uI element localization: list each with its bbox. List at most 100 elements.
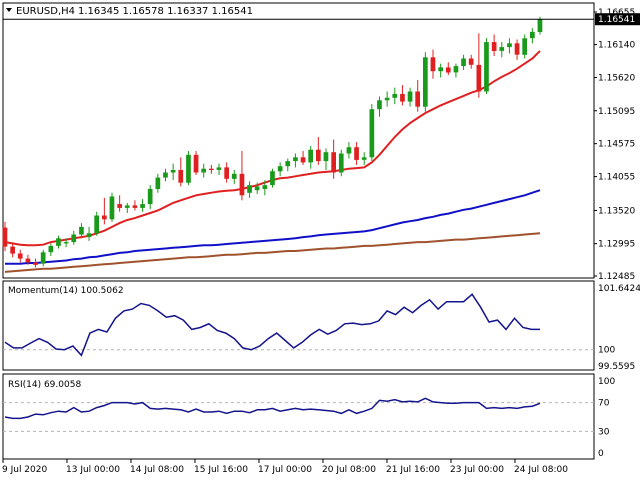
bear-candle <box>33 262 38 265</box>
price-axis: 1.166551.161401.156201.150951.145751.140… <box>594 8 635 282</box>
time-tick-label: 13 Jul 00:00 <box>66 465 120 475</box>
price-tick-label: 1.12995 <box>598 240 635 250</box>
bear-candle <box>354 147 359 160</box>
bull-candle <box>79 226 84 235</box>
bull-candle <box>56 238 61 246</box>
bull-candle <box>392 94 398 98</box>
price-tick-label: 1.15620 <box>598 74 635 84</box>
price-tick-label: 1.14575 <box>598 140 635 150</box>
rsi-tick-label: 70 <box>598 399 610 409</box>
bear-candle <box>491 42 497 51</box>
time-tick-label: 24 Jul 08:00 <box>514 465 568 475</box>
bull-candle <box>186 154 191 183</box>
bear-candle <box>17 253 23 259</box>
bull-candle <box>147 188 153 205</box>
time-tick-label: 21 Jul 16:00 <box>386 465 440 475</box>
bull-candle <box>407 91 413 102</box>
bear-candle <box>132 205 138 208</box>
time-tick-label: 20 Jul 08:00 <box>322 465 376 475</box>
trading-chart[interactable]: 1.166551.161401.156201.150951.145751.140… <box>0 0 640 480</box>
bull-candle <box>216 167 222 170</box>
bull-candle <box>270 171 275 186</box>
bear-candle <box>476 64 482 92</box>
price-tick-label: 1.16140 <box>598 41 635 51</box>
bull-candle <box>461 58 466 67</box>
bear-candle <box>2 227 8 247</box>
bull-candle <box>308 149 313 163</box>
time-tick-label: 9 Jul 2020 <box>2 465 47 475</box>
bear-candle <box>445 67 451 73</box>
bear-candle <box>102 215 107 220</box>
rsi-tick-label: 0 <box>598 449 604 459</box>
time-tick-label: 17 Jul 00:00 <box>258 465 312 475</box>
momentum-label: Momentum(14) 100.5062 <box>8 286 124 296</box>
bull-candle <box>109 196 115 220</box>
bull-candle <box>86 233 92 238</box>
time-tick-label: 14 Jul 08:00 <box>130 465 184 475</box>
bear-candle <box>400 94 405 102</box>
bear-candle <box>209 168 214 170</box>
momentum-tick-max: 101.6424 <box>598 284 640 294</box>
bull-candle <box>484 42 489 92</box>
bull-candle <box>231 173 237 179</box>
bull-candle <box>361 157 367 160</box>
bull-candle <box>277 166 283 172</box>
bull-candle <box>499 47 505 51</box>
bull-candle <box>438 67 443 72</box>
bear-candle <box>415 91 420 107</box>
bull-candle <box>384 97 390 101</box>
bull-candle <box>323 152 329 162</box>
bull-candle <box>163 172 168 178</box>
bull-candle <box>377 100 382 110</box>
bull-candle <box>338 153 344 173</box>
bull-candle <box>48 245 54 253</box>
bear-candle <box>239 173 245 196</box>
bear-candle <box>178 170 184 183</box>
bull-candle <box>423 57 428 107</box>
bear-candle <box>514 43 520 55</box>
bear-candle <box>224 167 229 179</box>
ohlc-label: 1.16345 1.16578 1.16337 1.16541 <box>78 6 253 17</box>
momentum-tick-100: 100 <box>598 346 615 356</box>
momentum-tick-min: 99.5595 <box>598 362 635 372</box>
time-tick-label: 23 Jul 00:00 <box>450 465 504 475</box>
bull-candle <box>170 170 176 173</box>
bull-candle <box>254 186 260 191</box>
price-tick-label: 1.14055 <box>598 173 635 183</box>
bull-candle <box>507 43 512 48</box>
bull-candle <box>453 66 459 73</box>
bull-candle <box>155 177 161 189</box>
symbol-label: EURUSD,H4 <box>16 6 75 17</box>
bear-candle <box>316 149 321 162</box>
bear-candle <box>10 246 15 254</box>
price-tick-label: 1.13520 <box>598 206 635 216</box>
bull-candle <box>140 204 145 208</box>
bull-candle <box>369 109 375 158</box>
bull-candle <box>124 205 130 208</box>
rsi-tick-label: 30 <box>598 427 610 437</box>
rsi-label: RSI(14) 69.0058 <box>8 380 81 390</box>
price-tick-label: 1.15095 <box>598 107 635 117</box>
bull-candle <box>522 38 527 55</box>
bull-candle <box>346 147 352 154</box>
rsi-tick-label: 100 <box>598 377 615 387</box>
bull-candle <box>71 234 77 243</box>
bull-candle <box>201 168 206 173</box>
bull-candle <box>293 157 298 162</box>
bull-candle <box>94 215 99 234</box>
bear-candle <box>193 154 199 173</box>
bull-candle <box>262 185 268 189</box>
bear-candle <box>331 152 336 173</box>
bear-candle <box>430 57 436 72</box>
bear-candle <box>300 157 306 163</box>
bull-candle <box>530 31 535 39</box>
price-tick-label: 1.12485 <box>598 272 635 282</box>
bull-candle <box>40 252 46 264</box>
bull-candle <box>537 19 543 32</box>
bear-candle <box>25 258 31 263</box>
bull-candle <box>285 161 291 167</box>
bull-candle <box>63 242 69 244</box>
bull-candle <box>247 185 252 193</box>
bear-candle <box>468 58 474 65</box>
bear-candle <box>117 204 122 208</box>
